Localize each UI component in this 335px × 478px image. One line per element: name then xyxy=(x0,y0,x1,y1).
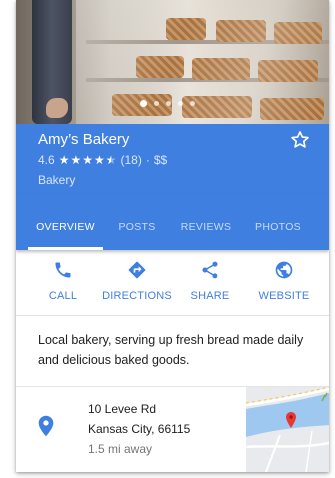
directions-label: DIRECTIONS xyxy=(102,290,172,302)
rating-stars: ★ ★ ★ ★ ★ xyxy=(59,153,117,167)
save-star-icon[interactable] xyxy=(289,129,311,151)
tab-overview[interactable]: OVERVIEW xyxy=(28,194,103,250)
star-icon: ★ xyxy=(82,153,93,167)
action-row: CALL DIRECTIONS SHARE WEBSITE xyxy=(16,250,329,316)
globe-icon xyxy=(275,261,293,279)
photo-dot[interactable] xyxy=(140,100,147,107)
business-name: Amy’s Bakery xyxy=(38,131,130,148)
address-distance: 1.5 mi away xyxy=(88,442,153,456)
tab-reviews[interactable]: REVIEWS xyxy=(171,194,241,250)
business-category: Bakery xyxy=(38,173,76,187)
rating-value: 4.6 xyxy=(38,153,55,167)
photo-dot[interactable] xyxy=(166,101,171,106)
photo-dot[interactable] xyxy=(190,101,195,106)
map-thumbnail[interactable] xyxy=(246,387,329,472)
star-icon: ★ xyxy=(106,153,117,167)
tab-bar: OVERVIEW POSTS REVIEWS PHOTOS xyxy=(16,194,329,250)
business-card: Amy’s Bakery 4.6 ★★★★★ (18) · $$ Bakery … xyxy=(16,0,329,472)
photo-pagination xyxy=(16,100,329,107)
phone-icon xyxy=(55,262,71,278)
star-icon: ★ xyxy=(58,153,70,167)
share-label: SHARE xyxy=(190,290,230,302)
business-description: Local bakery, serving up fresh bread mad… xyxy=(38,333,304,367)
directions-button[interactable]: DIRECTIONS xyxy=(97,260,177,302)
map-pin-icon xyxy=(286,412,296,428)
tab-photos[interactable]: PHOTOS xyxy=(244,194,312,250)
website-label: WEBSITE xyxy=(258,290,310,302)
tab-posts[interactable]: POSTS xyxy=(108,194,166,250)
directions-icon xyxy=(128,261,146,279)
photo-dot[interactable] xyxy=(178,101,183,106)
star-icon: ★ xyxy=(70,153,82,167)
business-photo[interactable] xyxy=(16,0,329,124)
call-label: CALL xyxy=(48,290,78,302)
website-button[interactable]: WEBSITE xyxy=(244,260,324,302)
separator: · xyxy=(145,153,150,167)
price-level: $$ xyxy=(153,153,168,167)
business-header: Amy’s Bakery 4.6 ★★★★★ (18) · $$ Bakery xyxy=(16,124,329,194)
address-city: Kansas City, 66115 xyxy=(88,422,191,436)
photo-dot[interactable] xyxy=(154,101,159,106)
location-pin-icon xyxy=(38,415,54,437)
address-street: 10 Levee Rd xyxy=(88,402,157,416)
address-row[interactable]: 10 Levee Rd Kansas City, 66115 1.5 mi aw… xyxy=(16,387,329,472)
share-icon xyxy=(202,261,218,279)
star-icon: ★ xyxy=(93,153,105,167)
rating-row[interactable]: 4.6 ★★★★★ (18) · $$ xyxy=(38,153,167,167)
map-thumbnail-graphic xyxy=(246,387,329,472)
share-button[interactable]: SHARE xyxy=(170,260,250,302)
call-button[interactable]: CALL xyxy=(23,260,103,302)
review-count: (18) xyxy=(120,153,142,167)
